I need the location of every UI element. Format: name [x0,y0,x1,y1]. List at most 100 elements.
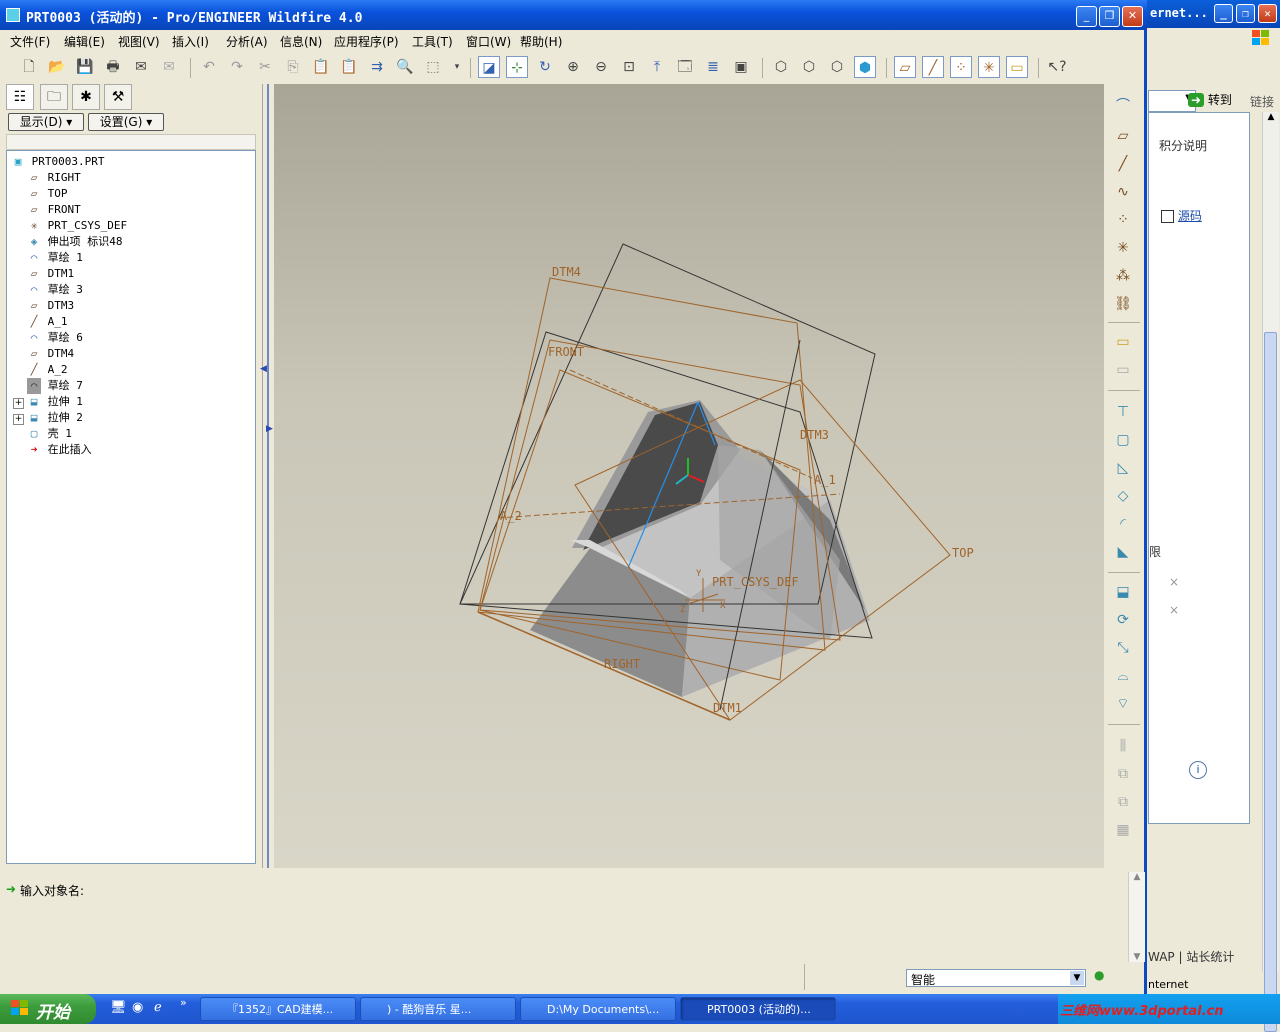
quicklaunch-icon[interactable]: ◉ [132,1000,143,1015]
task-proe[interactable]: PRT0003 (活动的)... [680,997,836,1021]
selection-filter-dropdown[interactable]: 智能 ▼ [906,969,1086,987]
datum-axis-tool-icon[interactable]: ╱ [1110,152,1136,176]
close-icon[interactable]: ✕ [1258,4,1277,23]
view-manager-icon[interactable]: ▣ [730,56,752,78]
maximize-icon[interactable]: ❐ [1099,6,1120,27]
datum-plane-tool-icon[interactable]: ▱ [1110,124,1136,148]
menu-file[interactable]: 文件(F) [10,33,50,50]
zoom-in-icon[interactable]: ⊕ [562,56,584,78]
integral-link[interactable]: 积分说明 [1159,137,1207,154]
undo-icon[interactable]: ↶ [198,56,220,78]
orient-mode-icon[interactable]: ↻ [534,56,556,78]
expand-icon[interactable]: + [13,414,24,425]
menu-window[interactable]: 窗口(W) [466,33,511,50]
pattern-tool-icon[interactable]: ▦ [1110,818,1136,842]
tree-item-dtm1[interactable]: ▱ DTM1 [27,266,74,282]
title-bar[interactable]: PRT0003 (活动的) - Pro/ENGINEER Wildfire 4.… [0,0,1147,30]
copy-icon[interactable]: ⎘ [282,56,304,78]
new-icon[interactable]: 🗋 [18,56,40,78]
settings-button[interactable]: 设置(G) ▾ [88,113,164,131]
annotation-tool-icon[interactable]: ▭ [1110,330,1136,354]
info-icon[interactable]: i [1189,761,1207,779]
menu-applications[interactable]: 应用程序(P) [334,33,399,50]
menu-info[interactable]: 信息(N) [280,33,322,50]
redo-icon[interactable]: ↷ [226,56,248,78]
round-tool-icon[interactable]: ◜ [1110,512,1136,536]
minimize-icon[interactable]: _ [1076,6,1097,27]
zoom-out-icon[interactable]: ⊖ [590,56,612,78]
find-icon[interactable]: 🔍 [394,56,416,78]
layers-icon[interactable]: ≣ [702,56,724,78]
datum-points-toggle-icon[interactable]: ⁘ [950,56,972,78]
tree-item-top[interactable]: ▱ TOP [27,186,68,202]
tree-item-dtm3[interactable]: ▱ DTM3 [27,298,74,314]
csys-tool-icon[interactable]: ✳ [1110,236,1136,260]
collapse-left-icon[interactable]: ◀ [260,364,267,374]
favorites-tab-icon[interactable]: ✱ [72,84,100,110]
repaint-icon[interactable]: ◪ [478,56,500,78]
reference-tool-icon[interactable]: ⛓ [1110,292,1136,316]
tree-item-csys[interactable]: ✳ PRT_CSYS_DEF [27,218,127,234]
chevron-down-icon[interactable]: ▾ [446,56,468,78]
quicklaunch-overflow-icon[interactable]: » [180,996,187,1009]
display-button[interactable]: 显示(D) ▾ [8,113,84,131]
message-scrollbar[interactable]: ▲ ▼ [1128,872,1145,962]
restore-icon[interactable]: ❐ [1236,4,1255,23]
menu-help[interactable]: 帮助(H) [520,33,562,50]
tree-item-extrude1[interactable]: ⬓ 拉伸 1 [27,394,83,410]
csys-toggle-icon[interactable]: ✳ [978,56,1000,78]
print-icon[interactable]: 🖶 [102,56,124,78]
blend-tool-icon[interactable]: ⌓ [1110,664,1136,688]
annotation2-tool-icon[interactable]: ▭ [1110,358,1136,382]
context-help-icon[interactable]: ↖? [1046,56,1068,78]
task-my-documents[interactable]: D:\My Documents\... [520,997,676,1021]
tree-item-front[interactable]: ▱ FRONT [27,202,81,218]
connections-tab-icon[interactable]: ⚒ [104,84,132,110]
open-icon[interactable]: 📂 [46,56,68,78]
reorient-icon[interactable]: ⤒ [646,56,668,78]
footer-links[interactable]: WAP | 站长统计 [1148,948,1234,965]
rib-tool-icon[interactable]: ◺ [1110,456,1136,480]
tree-item-sketch3[interactable]: ⌒ 草绘 3 [27,282,83,298]
links-label[interactable]: 链接 [1250,93,1274,110]
close-icon[interactable]: ✕ [1122,6,1143,27]
expand-right-icon[interactable]: ▶ [266,424,273,434]
task-cad-modeling[interactable]: 『1352』CAD建模... [200,997,356,1021]
scroll-up-icon[interactable]: ▲ [1129,872,1145,882]
menu-tools[interactable]: 工具(T) [412,33,453,50]
annotation-toggle-icon[interactable]: ▭ [1006,56,1028,78]
hole-tool-icon[interactable]: ⊤ [1110,400,1136,424]
tree-item-sketch6[interactable]: ⌒ 草绘 6 [27,330,83,346]
wireframe-icon[interactable]: ⬡ [770,56,792,78]
datum-point-tool-icon[interactable]: ⁘ [1110,208,1136,232]
analysis-tool-icon[interactable]: ⁂ [1110,264,1136,288]
minimize-icon[interactable]: _ [1214,4,1233,23]
mail-attach-icon[interactable]: ✉ [158,56,180,78]
refit-icon[interactable]: ⊡ [618,56,640,78]
paste-icon[interactable]: 📋 [310,56,332,78]
datum-curve-tool-icon[interactable]: ∿ [1110,180,1136,204]
saved-views-icon[interactable]: 🗔 [674,56,696,78]
source-checkbox-row[interactable]: 源码 [1161,207,1202,224]
shading-icon[interactable]: ⬢ [854,56,876,78]
shell-tool-icon[interactable]: ▢ [1110,428,1136,452]
tree-item-sketch1[interactable]: ⌒ 草绘 1 [27,250,83,266]
menu-edit[interactable]: 编辑(E) [64,33,105,50]
datum-planes-toggle-icon[interactable]: ▱ [894,56,916,78]
start-button[interactable]: 开始 [0,994,96,1024]
trim-tool-icon[interactable]: ⧉ [1110,790,1136,814]
cut-icon[interactable]: ✂ [254,56,276,78]
expand-icon[interactable]: + [13,398,24,409]
menu-view[interactable]: 视图(V) [118,33,160,50]
select-box-icon[interactable]: ⬚ [422,56,444,78]
ie-icon[interactable]: ℯ [154,1000,162,1015]
mirror-tool-icon[interactable]: ⫼ [1110,734,1136,758]
tree-item-a2[interactable]: ╱ A_2 [27,362,68,378]
datum-axes-toggle-icon[interactable]: ╱ [922,56,944,78]
tree-item-sketch7[interactable]: ⌒ 草绘 7 [27,378,83,394]
menu-insert[interactable]: 插入(I) [172,33,209,50]
send-mail-icon[interactable]: ✉ [130,56,152,78]
tree-column-header[interactable] [6,134,256,150]
goto-button[interactable]: ➜ 转到 [1188,91,1232,108]
no-hidden-icon[interactable]: ⬡ [826,56,848,78]
